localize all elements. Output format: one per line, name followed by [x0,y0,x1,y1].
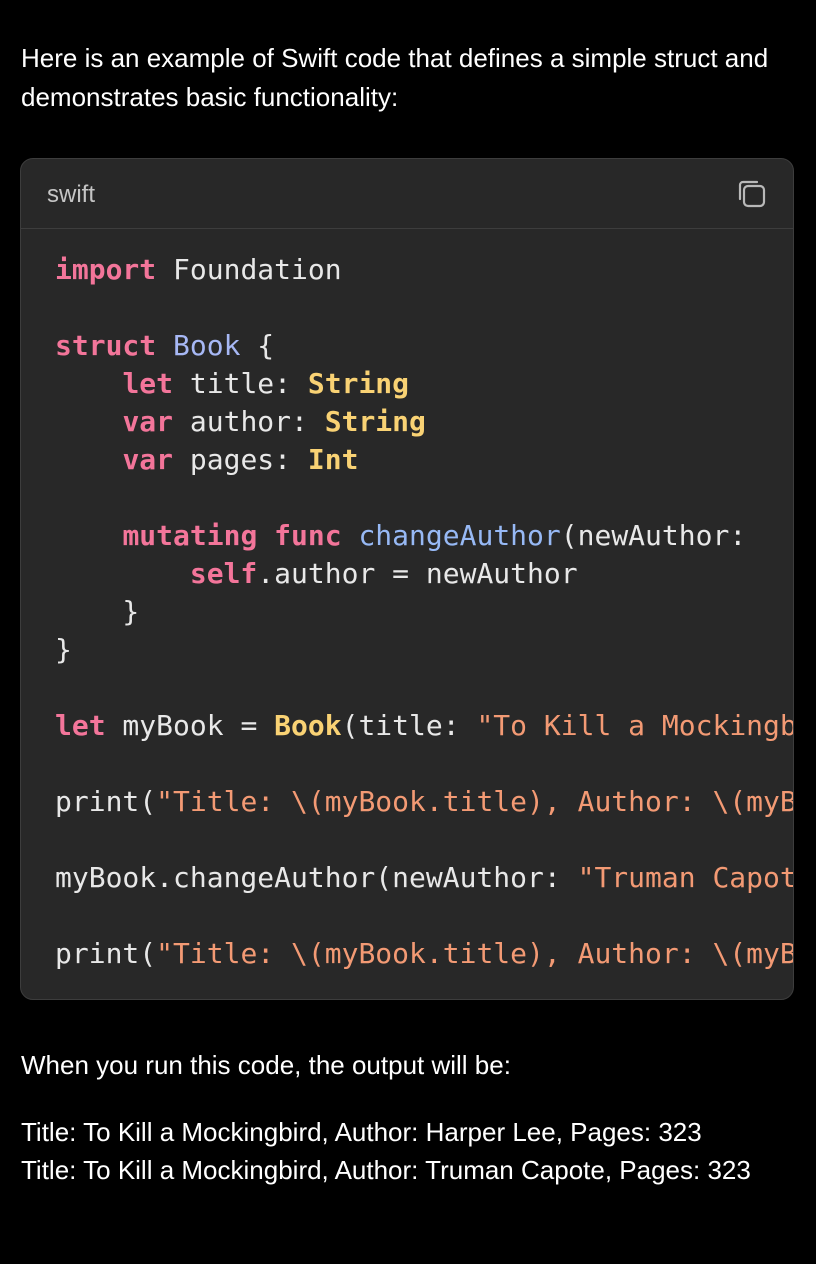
code-line: myBook.changeAuthor(newAuthor: "Truman C… [55,859,793,897]
code-text: myBook.changeAuthor(newAuthor: [55,861,578,894]
code-block-header: swift [21,159,793,229]
code-string: "Title: \(myBook.title), Author: \(myBoo… [156,785,793,818]
code-keyword: struct [55,329,157,362]
code-string: "Title: \(myBook.title), Author: \(myBoo… [156,937,793,970]
code-content: import Foundation struct Book { let titl… [55,251,793,973]
code-language-label: swift [47,181,95,208]
code-string: "Truman Capote" [577,861,793,894]
intro-paragraph: Here is an example of Swift code that de… [21,43,769,112]
code-line: mutating func changeAuthor(newAuthor: [55,517,793,555]
code-text: { [240,329,275,362]
code-keyword: let [55,709,106,742]
code-text: } [55,595,140,628]
code-text: print( [55,785,157,818]
code-type: String [324,405,426,438]
code-type: Int [307,443,359,476]
code-line: var pages: Int [55,441,793,479]
code-line: struct Book { [55,327,793,365]
output-line: Title: To Kill a Mockingbird, Author: Tr… [21,1155,751,1185]
outro-paragraph: When you run this code, the output will … [21,1050,511,1080]
code-constructor: Book [274,709,342,742]
code-text: print( [55,937,157,970]
code-type-name: Book [173,329,241,362]
code-text: Foundation [156,253,342,286]
code-keyword: var [122,443,174,476]
output-line: Title: To Kill a Mockingbird, Author: Ha… [21,1117,702,1147]
code-string: "To Kill a Mockingbird" [476,709,793,742]
copy-code-button[interactable] [735,177,769,211]
code-text: author: [173,405,325,438]
code-text: } [55,633,72,666]
code-function-name: changeAuthor [358,519,561,552]
code-keyword: let [122,367,174,400]
code-line: import Foundation [55,251,793,289]
code-line: let myBook = Book(title: "To Kill a Mock… [55,707,793,745]
code-line: var author: String [55,403,793,441]
code-keyword: import [55,253,157,286]
code-line: print("Title: \(myBook.title), Author: \… [55,935,793,973]
code-text: title: [173,367,308,400]
code-text: myBook = [105,709,275,742]
code-text: (title: [341,709,477,742]
code-line: } [55,631,793,669]
code-line: self.author = newAuthor [55,555,793,593]
code-line: print("Title: \(myBook.title), Author: \… [55,783,793,821]
code-keyword: var [122,405,174,438]
code-line: let title: String [55,365,793,403]
program-output: Title: To Kill a Mockingbird, Author: Ha… [21,1113,796,1189]
code-line: } [55,593,793,631]
code-keyword: mutating [122,519,258,552]
code-keyword: self [189,557,258,590]
code-block: swift import Foundation struct Book { le… [20,158,794,1000]
copy-icon [738,180,766,208]
code-text: .author = newAuthor [257,557,578,590]
code-keyword: func [274,519,342,552]
code-type: String [307,367,410,400]
code-text: pages: [173,443,308,476]
code-text: (newAuthor: [560,519,764,552]
